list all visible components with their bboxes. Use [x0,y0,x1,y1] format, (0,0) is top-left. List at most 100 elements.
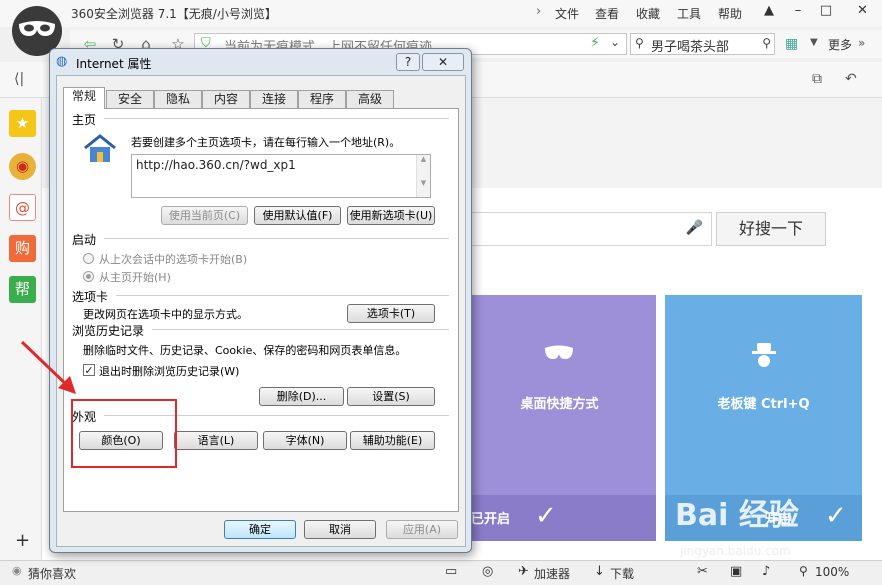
startup-homepage-radio[interactable] [83,271,94,282]
volume-icon[interactable]: ♪ [762,564,770,579]
star-icon[interactable]: ★ [9,110,36,137]
chevron-right-icon[interactable]: › [536,4,541,19]
search-input[interactable]: 男子喝茶头部 [651,36,729,55]
startup-heading: 启动 [72,231,100,248]
card-label: 老板键 Ctrl+Q [717,397,810,412]
download-icon: ↓ [594,564,605,579]
zoom-icon: ⚲ [799,564,808,578]
history-description: 删除临时文件、历史记录、Cookie、保存的密码和网页表单信息。 [83,344,407,357]
cut-icon[interactable]: ✂ [697,564,708,579]
check-icon: ✓ [535,501,557,531]
tab-connections[interactable]: 连接 [250,90,298,108]
window-title: 360安全浏览器 7.1【无痕/小号浏览】 [71,7,277,21]
status-bar: ◉ 猜你喜欢 ▭ ◎ ✈ 加速器 ↓ 下载 ✂ ▣ ♪ ⚲ 100% [0,560,882,585]
tab-security[interactable]: 安全 [106,90,154,108]
apps-dropdown-icon[interactable]: ▼ [810,37,818,48]
check-icon: ✓ [825,501,847,531]
lightning-icon[interactable]: ⚡ [590,35,600,51]
page-search-button[interactable]: 好搜一下 [716,212,826,246]
collapse-sidebar-icon[interactable]: ⟨| [14,71,24,87]
add-icon[interactable]: + [15,530,30,551]
ie-globe-icon: ◍ [56,54,68,69]
page-search-input[interactable]: 🎤 [463,212,712,246]
homepage-url-field[interactable]: http://hao.360.cn/?wd_xp1 ▲ ▼ [131,154,431,198]
use-new-tab-button[interactable]: 使用新选项卡(U) [347,206,435,225]
chevron-down-icon[interactable]: ⌄ [610,35,620,49]
menu-view[interactable]: 查看 [595,5,619,22]
card-label: 桌面快捷方式 [520,397,599,412]
menu-favorites[interactable]: 收藏 [636,5,660,22]
screen-icon[interactable]: ▭ [445,564,457,579]
use-current-button[interactable]: 使用当前页(C) [161,206,248,225]
tab-programs[interactable]: 程序 [298,90,346,108]
accessibility-button[interactable]: 辅助功能(E) [350,431,435,450]
mask-icon [545,345,573,359]
guess-icon: ◉ [12,564,22,577]
tabs-button[interactable]: 选项卡(T) [347,304,435,323]
accelerator-label[interactable]: 加速器 [534,565,570,582]
help-icon[interactable]: 帮 [9,276,36,303]
tab-general[interactable]: 常规 [63,87,105,109]
zoom-level[interactable]: 100% [815,565,849,579]
homepage-url-value: http://hao.360.cn/?wd_xp1 [136,158,296,172]
accelerator-icon: ✈ [518,564,529,579]
delete-on-exit-label: 退出时删除浏览历史记录(W) [99,365,240,378]
internet-options-dialog: ◍ Internet 属性 ? ✕ 常规 安全 隐私 内容 连接 程序 高级 主… [49,48,472,553]
guess-label[interactable]: 猜你喜欢 [28,565,76,582]
menu-file[interactable]: 文件 [555,5,579,22]
menu-help[interactable]: 帮助 [718,5,742,22]
apps-grid-icon[interactable]: ▦ [785,36,798,52]
tab-content[interactable]: 内容 [202,90,250,108]
sidebar: ★ ◉ @ 购 帮 + [0,98,42,560]
microphone-icon[interactable]: 🎤 [686,220,703,236]
startup-homepage-label: 从主页开始(H) [99,271,171,284]
use-default-button[interactable]: 使用默认值(F) [254,206,341,225]
more-label[interactable]: 更多 [828,36,852,53]
baidu-watermark: Bai 经验 [675,498,799,533]
download-label[interactable]: 下载 [610,565,634,582]
delete-on-exit-checkbox[interactable]: ✓ [83,364,95,376]
ok-button[interactable]: 确定 [224,520,296,539]
tabs-heading: 选项卡 [72,288,112,305]
dialog-title: Internet 属性 [76,57,152,71]
delete-history-button[interactable]: 删除(D)... [259,387,344,406]
fonts-button[interactable]: 字体(N) [263,431,347,450]
maximize-button[interactable]: □ [812,0,840,22]
undo-close-icon[interactable]: ↶ [845,71,857,87]
browser-titlebar: 360安全浏览器 7.1【无痕/小号浏览】 › 文件 查看 收藏 工具 帮助 ▲… [0,0,882,27]
startup-last-session-label: 从上次会话中的选项卡开始(B) [99,253,248,266]
window-icon[interactable]: ▣ [730,564,742,579]
close-window-button[interactable]: ✕ [845,0,880,22]
cancel-button[interactable]: 取消 [304,520,376,539]
house-icon [84,134,116,162]
tabs-description: 更改网页在选项卡中的显示方式。 [83,308,248,321]
dialog-close-button[interactable]: ✕ [422,53,464,71]
more-chevron-icon[interactable]: » [858,36,865,50]
startup-last-session-radio[interactable] [83,253,94,264]
restore-tab-icon[interactable]: ⧉ [812,71,822,87]
tab-advanced[interactable]: 高级 [346,90,394,108]
boss-icon [752,343,776,367]
history-heading: 浏览历史记录 [72,322,148,339]
mail-icon[interactable]: @ [9,194,36,221]
languages-button[interactable]: 语言(L) [174,431,258,450]
card-state[interactable]: 已开启 ✓ [463,495,656,541]
menu-tools[interactable]: 工具 [677,5,701,22]
weibo-icon[interactable]: ◉ [9,153,36,180]
card-state-label: 已开启 [471,512,511,527]
history-settings-button[interactable]: 设置(S) [347,387,435,406]
apply-button[interactable]: 应用(A) [386,520,458,539]
shopping-icon[interactable]: 购 [9,235,36,262]
dialog-help-button[interactable]: ? [396,53,420,71]
tab-privacy[interactable]: 隐私 [154,90,202,108]
scrollbar[interactable]: ▲ ▼ [416,155,430,197]
skin-icon[interactable]: ▲ [755,0,783,22]
compat-icon[interactable]: ◎ [482,564,493,579]
homepage-heading: 主页 [72,111,100,128]
card-desktop-shortcut[interactable]: 桌面快捷方式 已开启 ✓ [463,295,656,541]
minimize-button[interactable]: – [784,0,812,22]
highlight-box [71,399,177,468]
search-box[interactable]: ⚲ 男子喝茶头部 ⚲ [630,33,775,55]
search-magnifier-icon[interactable]: ⚲ [762,36,771,50]
baidu-watermark-url: jingyan.baidu.com [680,544,791,558]
